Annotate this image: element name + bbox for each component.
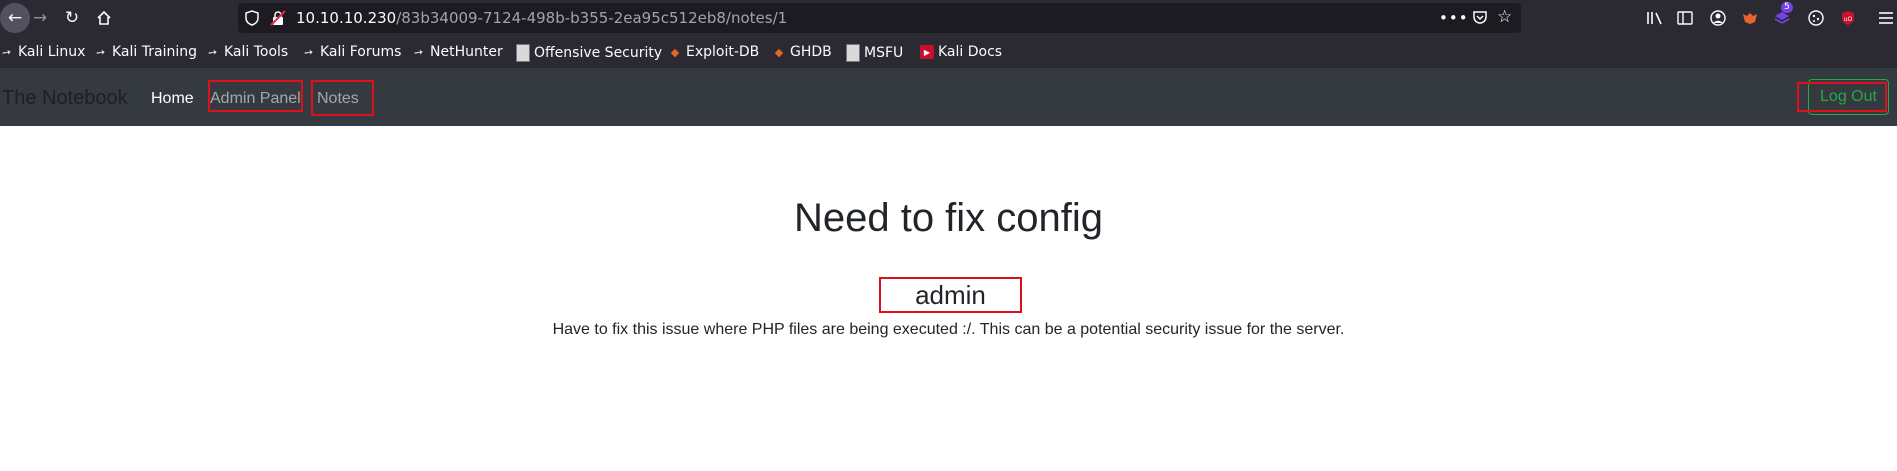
bookmark-nethunter[interactable]: ➚ NetHunter <box>411 44 503 60</box>
note-author: admin <box>915 279 986 310</box>
bookmark-star-icon[interactable]: ☆ <box>1497 7 1512 27</box>
sidebar-icon[interactable] <box>1675 8 1695 28</box>
extension-badge: 5 <box>1781 2 1793 13</box>
foxyproxy-icon[interactable] <box>1740 8 1760 28</box>
url-path: /83b34009-7124-498b-b355-2ea95c512eb8/no… <box>396 9 788 27</box>
extension-stack-icon[interactable]: 5 <box>1772 2 1793 28</box>
bookmark-offensive-security[interactable]: Offensive Security <box>516 44 662 62</box>
bookmark-label: GHDB <box>790 44 832 60</box>
back-arrow-icon: ← <box>7 8 23 28</box>
reload-icon: ↻ <box>64 8 80 28</box>
svg-text:uO: uO <box>1844 16 1853 23</box>
bookmark-kali-training[interactable]: ➚ Kali Training <box>93 44 197 60</box>
bookmark-label: Kali Forums <box>320 44 402 60</box>
reload-button[interactable]: ↻ <box>60 6 84 30</box>
library-icon[interactable] <box>1645 8 1665 28</box>
cookie-icon[interactable] <box>1806 8 1826 28</box>
offsec-icon <box>516 44 530 62</box>
home-button[interactable] <box>92 6 116 30</box>
bookmark-ghdb[interactable]: ◆ GHDB <box>772 44 832 60</box>
bookmark-kali-docs[interactable]: ▶ Kali Docs <box>920 44 1002 60</box>
account-icon[interactable] <box>1708 8 1728 28</box>
shield-icon[interactable] <box>244 10 260 26</box>
kali-dragon-icon: ➚ <box>301 44 317 60</box>
kali-dragon-icon: ➚ <box>0 44 15 60</box>
browser-toolbar: ← → ↻ 10.10.10.230/83b34009-7124-498b-b3… <box>0 0 1897 36</box>
note-title: Need to fix config <box>793 196 1104 240</box>
kali-dragon-icon: ➚ <box>205 44 221 60</box>
pocket-icon[interactable] <box>1472 9 1488 29</box>
url-host: 10.10.10.230 <box>296 9 397 27</box>
page-actions-icon[interactable]: ••• <box>1439 9 1469 27</box>
logout-highlight <box>1797 82 1887 112</box>
kali-docs-icon: ▶ <box>920 45 934 59</box>
bookmark-kali-forums[interactable]: ➚ Kali Forums <box>301 44 402 60</box>
kali-dragon-icon: ➚ <box>93 44 109 60</box>
exploitdb-icon: ◆ <box>670 45 680 59</box>
bookmark-label: Kali Docs <box>938 44 1003 60</box>
bookmark-label: Offensive Security <box>534 45 663 61</box>
insecure-lock-icon[interactable] <box>270 10 286 26</box>
kali-dragon-icon: ➚ <box>411 44 427 60</box>
bookmark-kali-tools[interactable]: ➚ Kali Tools <box>205 44 289 60</box>
forward-button[interactable]: → <box>28 6 52 30</box>
notes-highlight <box>311 80 374 116</box>
url-text[interactable]: 10.10.10.230/83b34009-7124-498b-b355-2ea… <box>296 9 787 27</box>
bookmark-msfu[interactable]: MSFU <box>846 44 903 62</box>
offsec-icon <box>846 44 860 62</box>
bookmark-label: Exploit-DB <box>686 44 760 60</box>
site-brand[interactable]: The Notebook <box>2 87 128 110</box>
site-navbar: The Notebook Home Admin Panel Notes Log … <box>0 68 1897 126</box>
bookmark-label: Kali Training <box>112 44 197 60</box>
bookmark-label: Kali Tools <box>224 44 289 60</box>
note-author-highlight: admin <box>879 277 1022 313</box>
forward-arrow-icon: → <box>32 8 48 28</box>
exploitdb-icon: ◆ <box>774 45 784 59</box>
bookmark-kali-linux[interactable]: ➚ Kali Linux <box>0 44 85 60</box>
bookmark-label: Kali Linux <box>18 44 86 60</box>
bookmark-label: NetHunter <box>430 44 503 60</box>
url-bar[interactable]: 10.10.10.230/83b34009-7124-498b-b355-2ea… <box>238 3 1521 33</box>
nav-home-link[interactable]: Home <box>151 90 194 108</box>
bookmark-exploit-db[interactable]: ◆ Exploit-DB <box>668 44 760 60</box>
note-body: Have to fix this issue where PHP files a… <box>552 321 1345 338</box>
admin-panel-highlight <box>208 80 303 112</box>
back-button[interactable]: ← <box>0 3 30 33</box>
bookmarks-bar: ➚ Kali Linux ➚ Kali Training ➚ Kali Tools ➚… <box>0 36 1897 68</box>
hamburger-menu-icon[interactable] <box>1876 8 1896 28</box>
ublock-icon[interactable]: uO <box>1838 8 1858 28</box>
bookmark-label: MSFU <box>864 45 904 61</box>
home-icon <box>97 10 111 25</box>
